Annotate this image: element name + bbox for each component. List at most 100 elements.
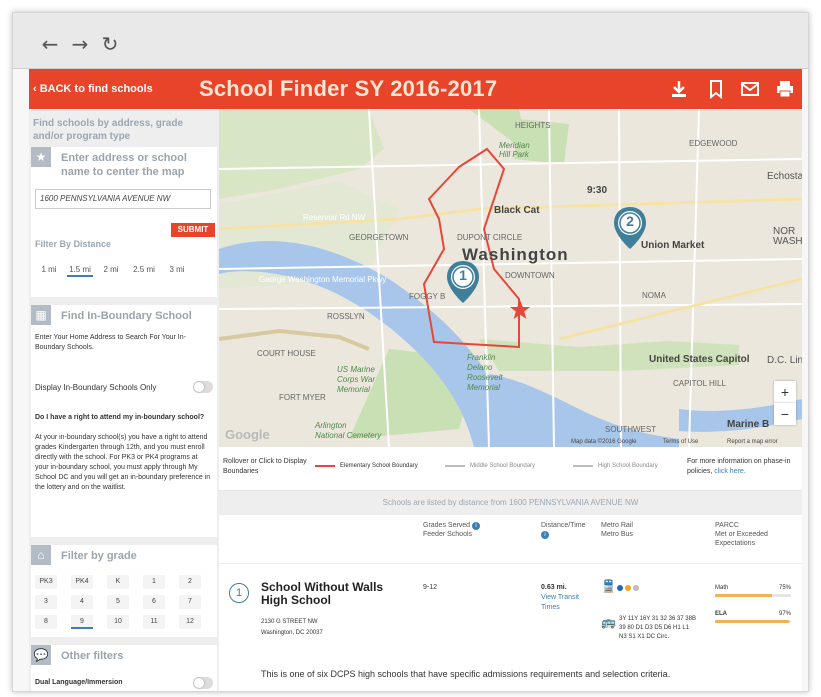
map-label-marine-barracks: Marine B <box>727 419 770 430</box>
in-boundary-answer: At your in-boundary school(s) you have a… <box>35 434 211 491</box>
column-parcc-sub-label: Met or Exceeded Expectations <box>715 531 768 547</box>
address-panel-title: Enter address or school name to center t… <box>61 152 187 178</box>
in-boundary-toggle-label: Display In-Boundary Schools Only <box>35 383 157 392</box>
grade-option-10[interactable]: 10 <box>107 615 129 629</box>
math-value: 75% <box>779 585 792 591</box>
map-label-black-cat: Black Cat <box>494 205 540 216</box>
bookmark-icon[interactable] <box>706 79 726 99</box>
grade-option-pk4[interactable]: PK4 <box>71 575 93 589</box>
column-grades-served: Grades Served i Feeder Schools <box>423 521 481 539</box>
column-metro-rail-label: Metro Rail <box>601 522 633 529</box>
in-boundary-toggle[interactable] <box>193 381 213 393</box>
report-map-error-link[interactable]: Report a map error <box>727 439 778 445</box>
school-row[interactable]: 1 School Without Walls High School 2130 … <box>219 565 802 691</box>
grade-option-7[interactable]: 7 <box>179 595 201 609</box>
math-progress-bar <box>715 594 791 597</box>
back-to-find-schools-link[interactable]: ‹ BACK to find schools <box>33 83 153 95</box>
middle-boundary-label[interactable]: Middle School Boundary <box>470 461 535 471</box>
star-icon: ★ <box>31 147 51 167</box>
high-boundary-label[interactable]: High School Boundary <box>598 461 658 471</box>
grade-option-4[interactable]: 4 <box>71 595 93 609</box>
address-input[interactable]: 1600 PENNSYLVANIA AVENUE NW <box>35 189 211 209</box>
column-metro-bus-label: Metro Bus <box>601 531 633 538</box>
map-label-georgetown: GEORGETOWN <box>349 233 409 242</box>
map-label-capitol-hill: CAPITOL HILL <box>673 379 726 388</box>
boundary-legend: Rollover or Click to Display Boundaries … <box>219 447 802 491</box>
grade-option-9[interactable]: 9 <box>71 615 93 629</box>
list-caption: Schools are listed by distance from 1600… <box>219 491 802 515</box>
phase-in-info: For more information on phase-in policie… <box>687 457 795 477</box>
column-parcc: PARCC Met or Exceeded Expectations <box>715 521 795 548</box>
grade-option-11[interactable]: 11 <box>143 615 165 629</box>
map-label-edgewood: EDGEWOOD <box>689 139 738 148</box>
map-label-downtown: DOWNTOWN <box>505 271 555 280</box>
grade-option-2[interactable]: 2 <box>179 575 201 589</box>
browser-toolbar: ← → ↻ <box>13 13 808 69</box>
distance-option-2-5[interactable]: 2.5 mi <box>129 263 159 277</box>
distance-option-3[interactable]: 3 mi <box>165 263 189 277</box>
zoom-out-button[interactable]: − <box>774 403 796 425</box>
row-divider <box>219 563 802 564</box>
back-arrow-icon[interactable]: ← <box>39 33 61 55</box>
metro-line-silver-icon <box>633 585 639 591</box>
legend-rollover-hint: Rollover or Click to Display Boundaries <box>223 458 307 475</box>
metro-line-blue-icon <box>617 585 623 591</box>
school-marker-2[interactable]: 2 <box>612 205 648 251</box>
zoom-in-button[interactable]: + <box>774 381 796 403</box>
map-label-rosslyn: ROSSLYN <box>327 312 365 321</box>
grade-filter-panel: ⌂ Filter by grade PK3 PK4 K 1 2 3 4 5 6 … <box>31 545 217 637</box>
high-boundary-swatch <box>573 465 593 467</box>
info-icon[interactable]: i <box>541 531 549 539</box>
distance-option-1[interactable]: 1 mi <box>37 263 61 277</box>
view-transit-times-link[interactable]: View Transit Times <box>541 593 591 613</box>
other-filters-panel: 💬 Other filters Dual Language/Immersion <box>31 645 217 691</box>
distance-option-2[interactable]: 2 mi <box>99 263 123 277</box>
map-label-gw-parkway: George Washington Memorial Pkwy <box>259 275 387 284</box>
grade-option-5[interactable]: 5 <box>107 595 129 609</box>
in-boundary-description: Enter Your Home Address to Search For Yo… <box>35 334 186 351</box>
school-map[interactable]: HEIGHTS EDGEWOOD Meridian Hill Park Echo… <box>219 109 802 447</box>
dual-language-toggle[interactable] <box>193 677 213 689</box>
phase-in-click-here-link[interactable]: click here. <box>714 468 746 475</box>
map-label-northeast: NOR WASH <box>773 226 802 247</box>
map-label-foggy-bottom: FOGGY B <box>409 292 446 301</box>
distance-option-1-5[interactable]: 1.5 mi <box>67 263 93 277</box>
grade-option-3[interactable]: 3 <box>35 595 57 609</box>
ela-label: ELA <box>715 611 727 617</box>
school-address-line-1: 2130 G STREET NW <box>261 619 318 625</box>
print-icon[interactable] <box>775 79 795 99</box>
grade-option-k[interactable]: K <box>107 575 129 589</box>
info-icon[interactable]: i <box>472 522 481 530</box>
school-marker-2-number: 2 <box>626 213 634 229</box>
grade-option-8[interactable]: 8 <box>35 615 57 629</box>
grade-option-1[interactable]: 1 <box>143 575 165 589</box>
grade-option-6[interactable]: 6 <box>143 595 165 609</box>
map-grid-icon: ▦ <box>31 305 51 325</box>
column-metro: Metro Rail Metro Bus <box>601 521 633 539</box>
bus-routes: 3Y 11Y 16Y 31 32 36 37 38B 39 80 D1 D3 D… <box>619 616 696 640</box>
map-data-credit: Map data ©2016 Google <box>571 439 637 445</box>
dual-language-label: Dual Language/Immersion <box>35 679 123 686</box>
distance-filter-label: Filter By Distance <box>35 239 112 249</box>
ela-value: 97% <box>779 611 792 617</box>
forward-arrow-icon[interactable]: → <box>69 33 91 55</box>
grade-option-pk3[interactable]: PK3 <box>35 575 57 589</box>
column-distance-label: Distance/Time <box>541 522 586 529</box>
download-icon[interactable] <box>669 79 689 99</box>
chat-bubble-icon: 💬 <box>31 645 51 665</box>
ela-progress-bar <box>715 620 791 623</box>
ela-progress-fill <box>715 620 789 623</box>
grade-option-12[interactable]: 12 <box>179 615 201 629</box>
elementary-boundary-label[interactable]: Elementary School Boundary <box>340 461 418 471</box>
school-name[interactable]: School Without Walls High School <box>261 581 411 607</box>
map-label-meridian-hill-park: Meridian Hill Park <box>499 141 530 159</box>
math-label: Math <box>715 585 729 591</box>
email-icon[interactable] <box>740 79 760 99</box>
terms-of-use-link[interactable]: Terms of Use <box>663 439 698 445</box>
reload-icon[interactable]: ↻ <box>99 33 121 55</box>
address-panel: ★ Enter address or school name to center… <box>31 147 217 297</box>
column-grades-label: Grades Served <box>423 522 471 529</box>
in-boundary-question: Do I have a right to attend my in-bounda… <box>35 414 205 421</box>
school-marker-1[interactable]: 1 <box>445 259 481 305</box>
submit-button[interactable]: SUBMIT <box>171 223 215 237</box>
